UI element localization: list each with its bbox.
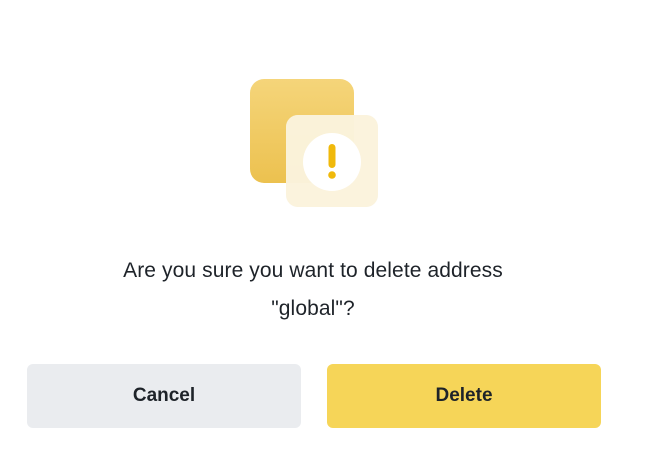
cancel-button[interactable]: Cancel bbox=[27, 364, 301, 428]
confirmation-message: Are you sure you want to delete address … bbox=[40, 252, 586, 328]
message-line-2: "global"? bbox=[271, 297, 355, 320]
message-line-1: Are you sure you want to delete address bbox=[123, 259, 503, 282]
cancel-button-label: Cancel bbox=[132, 385, 196, 406]
delete-button-label: Delete bbox=[435, 385, 493, 406]
delete-button[interactable]: Delete bbox=[327, 364, 601, 428]
delete-address-dialog: Are you sure you want to delete address … bbox=[0, 0, 650, 466]
warning-exclamation-icon bbox=[250, 79, 378, 207]
